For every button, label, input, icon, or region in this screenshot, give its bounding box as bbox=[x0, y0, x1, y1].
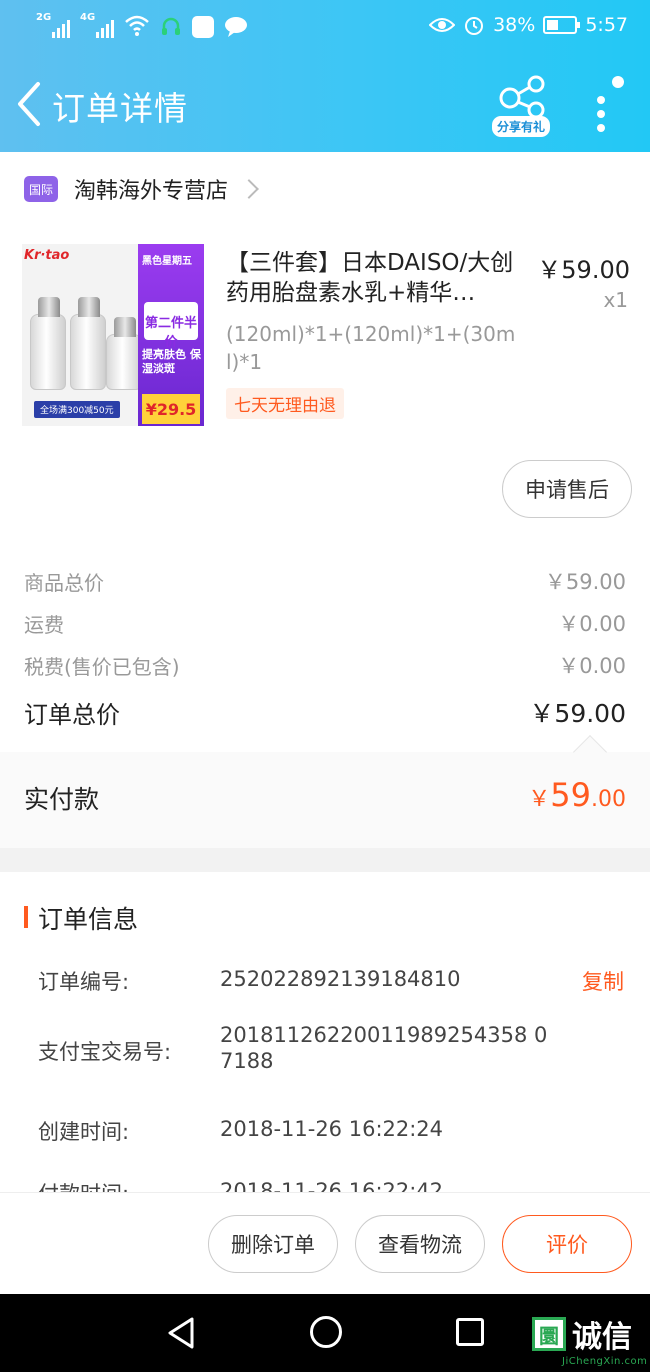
system-home-icon[interactable] bbox=[310, 1316, 342, 1348]
view-logistics-button[interactable]: 查看物流 bbox=[355, 1215, 485, 1273]
product-sku: (120ml)*1+(120ml)*1+(30ml)*1 bbox=[226, 322, 516, 374]
tax-row: 税费(售价已包含) ￥0.00 bbox=[24, 654, 626, 679]
goods-total-row: 商品总价 ￥59.00 bbox=[24, 570, 626, 595]
share-badge: 分享有礼 bbox=[492, 116, 551, 137]
page-title: 订单详情 bbox=[52, 89, 188, 128]
global-shop-icon: 国际 bbox=[24, 176, 58, 202]
product-title[interactable]: 【三件套】日本DAISO/大创药用胎盘素水乳+精华… bbox=[226, 248, 526, 308]
chevron-right-icon bbox=[239, 179, 259, 199]
section-accent-bar bbox=[24, 906, 28, 928]
share-button[interactable]: 分享有礼 bbox=[490, 72, 556, 140]
amount-paid-value: ￥59.00 bbox=[528, 776, 626, 814]
bottom-action-bar: 删除订单 查看物流 评价 bbox=[0, 1192, 650, 1294]
amount-paid-label: 实付款 bbox=[24, 785, 100, 814]
product-quantity: x1 bbox=[603, 288, 628, 312]
shipping-row: 运费 ￥0.00 bbox=[24, 612, 626, 637]
system-recents-icon[interactable] bbox=[456, 1318, 484, 1346]
watermark-logo: 圜 诚信 JiChengXin.com bbox=[532, 1312, 647, 1367]
cellular-signal-icon: 2G bbox=[36, 12, 70, 38]
amount-paid-section: 实付款 ￥59.00 bbox=[0, 735, 650, 848]
product-price: ￥59.00 bbox=[537, 256, 630, 284]
headset-app-icon bbox=[162, 17, 180, 35]
order-total-row: 订单总价 ￥59.00 bbox=[24, 699, 626, 729]
app-header: 2G 4G 38% 5:57 订单详情 分享有礼 bbox=[0, 0, 650, 152]
order-info-heading: 订单信息 bbox=[38, 905, 139, 934]
cellular-signal-icon-2: 4G bbox=[80, 12, 114, 38]
wifi-icon bbox=[125, 15, 149, 36]
order-card: 国际 淘韩海外专营店 Kr·tao 全场满300减50元 黑色星期五 第二件半价… bbox=[0, 152, 650, 752]
shop-link[interactable]: 国际 淘韩海外专营店 bbox=[24, 172, 259, 206]
music-app-icon bbox=[192, 16, 214, 38]
clock: 5:57 bbox=[585, 14, 628, 36]
shop-name: 淘韩海外专营店 bbox=[74, 179, 229, 204]
eye-icon bbox=[429, 18, 456, 32]
order-info-section: 订单信息 订单编号: 252022892139184810 复制 支付宝交易号:… bbox=[0, 872, 650, 1192]
battery-percentage: 38% bbox=[493, 14, 536, 36]
status-bar: 2G 4G 38% 5:57 bbox=[0, 0, 650, 56]
copy-order-number-button[interactable]: 复制 bbox=[582, 966, 624, 996]
back-icon[interactable] bbox=[14, 80, 44, 128]
alarm-icon bbox=[465, 17, 484, 35]
more-menu-button[interactable] bbox=[588, 76, 628, 136]
system-nav-bar: 圜 诚信 JiChengXin.com bbox=[0, 1294, 650, 1372]
share-icon bbox=[499, 75, 545, 119]
chat-app-icon bbox=[225, 17, 247, 37]
refund-policy-tag: 七天无理由退 bbox=[226, 388, 344, 419]
notification-dot bbox=[612, 76, 624, 88]
system-back-icon[interactable] bbox=[166, 1316, 196, 1350]
product-image[interactable]: Kr·tao 全场满300减50元 黑色星期五 第二件半价 提亮肤色 保湿淡斑 … bbox=[22, 244, 204, 426]
nav-bar: 订单详情 分享有礼 bbox=[0, 62, 650, 146]
after-sale-button[interactable]: 申请售后 bbox=[502, 460, 632, 518]
review-button[interactable]: 评价 bbox=[502, 1215, 632, 1273]
battery-icon bbox=[543, 16, 581, 34]
delete-order-button[interactable]: 删除订单 bbox=[208, 1215, 338, 1273]
